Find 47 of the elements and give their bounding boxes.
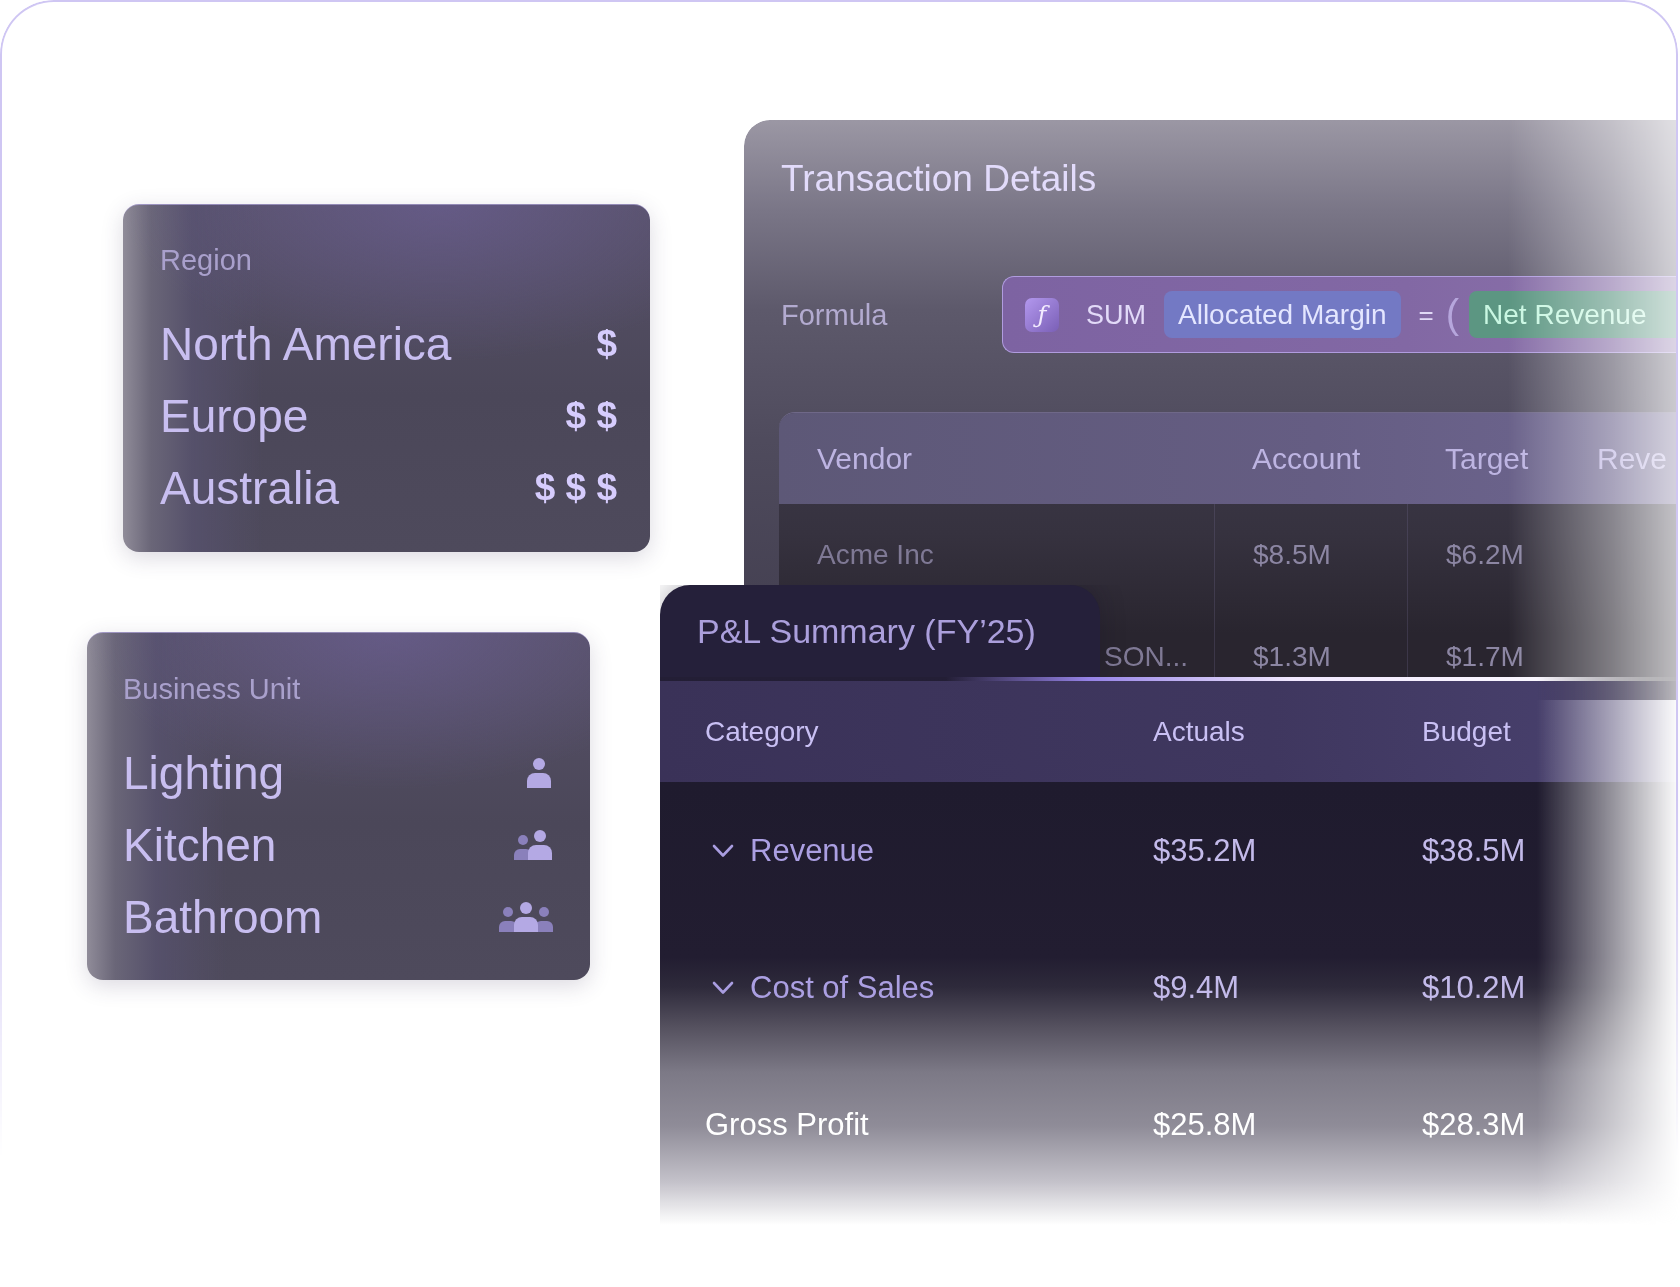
table-cell: $28.3M (1422, 1105, 1526, 1144)
column-header[interactable]: Account (1252, 441, 1361, 475)
column-header[interactable]: Actuals (1153, 715, 1245, 747)
table-cell: $1.3M (1253, 640, 1331, 674)
table-cell: $38.5M (1422, 831, 1526, 870)
unit-name[interactable]: Lighting (123, 746, 285, 800)
parenthesis: ( (1445, 291, 1460, 338)
table-cell: SON... (1104, 640, 1188, 674)
category-label: Revenue (750, 831, 875, 870)
panel-title: Transaction Details (780, 157, 1097, 201)
chevron-down-icon[interactable] (712, 843, 734, 858)
table-cell: $8.5M (1253, 538, 1331, 572)
formula-label: Formula (780, 297, 889, 333)
formula-field[interactable]: ƒ SUM Allocated Margin = ( Net Revenue (1002, 276, 1676, 353)
summary-title: P&L Summary (FY’25) (660, 585, 1100, 677)
person-icon (525, 758, 553, 788)
function-icon: ƒ (1025, 297, 1059, 332)
unit-name[interactable]: Kitchen (123, 818, 277, 872)
column-header[interactable]: Budget (1422, 715, 1511, 747)
table-cell: $25.8M (1153, 1105, 1257, 1144)
category-label: Gross Profit (705, 1105, 869, 1144)
category-label: Cost of Sales (750, 968, 935, 1007)
three-people-icon (499, 902, 553, 932)
function-name: SUM (1086, 298, 1146, 332)
column-header[interactable]: Vendor (817, 441, 913, 475)
table-cell: $9.4M (1153, 968, 1240, 1007)
region-name[interactable]: North America (160, 317, 452, 371)
column-header[interactable]: Category (705, 715, 819, 747)
unit-name[interactable]: Bathroom (123, 890, 323, 944)
table-cell: Acme Inc (817, 538, 934, 572)
table-cell: $10.2M (1422, 968, 1526, 1007)
price-level-label: $ $ (565, 394, 617, 438)
price-level-label: $ (596, 322, 617, 366)
two-people-icon (513, 830, 553, 860)
table-cell: $6.2M (1446, 538, 1524, 572)
chevron-down-icon[interactable] (712, 980, 734, 995)
region-name[interactable]: Australia (160, 461, 339, 515)
region-name[interactable]: Europe (160, 389, 309, 443)
field-token[interactable]: Net Revenue (1469, 291, 1676, 338)
table-cell: $35.2M (1153, 831, 1257, 870)
operator-sign: = (1418, 298, 1434, 332)
table-cell: $1.7M (1446, 640, 1524, 674)
column-header[interactable]: Target (1445, 441, 1529, 475)
price-level-label: $ $ $ (534, 466, 617, 510)
card-label: Region (160, 243, 252, 278)
field-token[interactable]: Allocated Margin (1164, 291, 1401, 338)
card-label: Business Unit (123, 672, 301, 707)
